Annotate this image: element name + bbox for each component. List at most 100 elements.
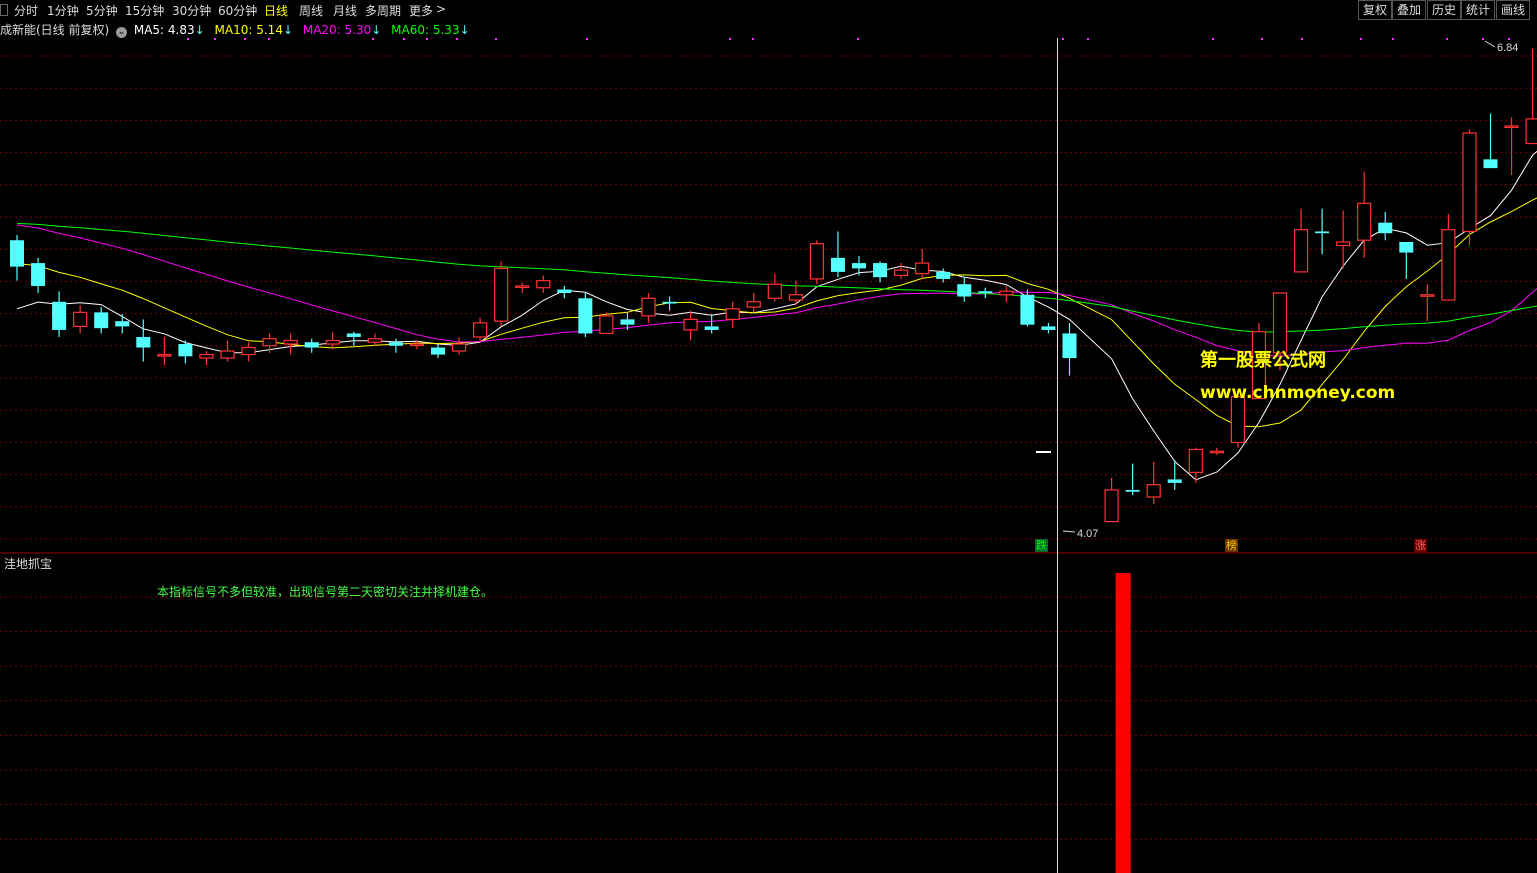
candle-body xyxy=(1125,489,1140,492)
marker-dot xyxy=(1392,38,1394,40)
low-price-label: 4.07 xyxy=(1077,528,1098,540)
candle xyxy=(1483,113,1498,169)
top-marker-dots xyxy=(187,38,1510,40)
period-multi[interactable]: 多周期 xyxy=(365,2,401,19)
marker-dot xyxy=(1212,38,1214,40)
candle-body xyxy=(515,285,530,289)
period-30min[interactable]: 30分钟 xyxy=(172,2,211,19)
candle xyxy=(1441,213,1456,301)
candle-body xyxy=(325,339,340,345)
ma10-value: 5.14 xyxy=(256,23,283,37)
candle xyxy=(1209,447,1224,455)
candle-body xyxy=(1441,229,1456,301)
candle xyxy=(957,277,972,302)
tool-statistics[interactable]: 统计 xyxy=(1461,0,1496,20)
period-5min[interactable]: 5分钟 xyxy=(86,2,118,19)
candle-body xyxy=(388,342,403,346)
candle-body xyxy=(873,263,888,278)
candle-body xyxy=(199,353,214,359)
ma60-arrow: ↓ xyxy=(459,23,470,37)
candle-body xyxy=(115,321,130,327)
period-60min[interactable]: 60分钟 xyxy=(218,2,257,19)
marker-dot xyxy=(1360,38,1362,40)
candle-body xyxy=(494,267,509,322)
candle xyxy=(1504,117,1519,176)
candle-body xyxy=(1293,229,1309,273)
candle-body xyxy=(852,263,866,269)
candle xyxy=(283,333,298,355)
candle xyxy=(1525,48,1537,145)
candle xyxy=(515,282,530,293)
ma10-label: MA10: xyxy=(214,23,253,37)
marker-dot xyxy=(268,38,270,40)
candle-body xyxy=(767,283,782,299)
tool-overlay[interactable]: 叠加 xyxy=(1392,0,1427,20)
tool-history[interactable]: 历史 xyxy=(1427,0,1462,20)
candle xyxy=(978,287,993,299)
candle xyxy=(1125,463,1140,496)
period-daily[interactable]: 日线 xyxy=(264,2,288,19)
candle xyxy=(241,342,256,362)
candle xyxy=(1293,208,1309,273)
period-1min[interactable]: 1分钟 xyxy=(47,2,79,19)
candle-body xyxy=(1336,241,1351,247)
candle-body xyxy=(1315,231,1330,234)
marker-dot xyxy=(403,38,405,40)
candle xyxy=(10,234,24,281)
watermark-url: www.chnmoney.com xyxy=(1200,383,1396,403)
candle xyxy=(557,285,572,299)
settings-circle-icon[interactable]: ⌄ xyxy=(116,27,128,38)
candle xyxy=(746,293,761,313)
candle-body xyxy=(1041,326,1056,330)
period-weekly[interactable]: 周线 xyxy=(299,2,323,19)
chevron-right-icon[interactable]: > xyxy=(436,2,446,16)
candle-body xyxy=(94,312,109,329)
candle-body xyxy=(220,350,235,359)
marker-dot xyxy=(729,38,731,40)
candle-body xyxy=(346,333,361,337)
candle-body xyxy=(1483,159,1498,169)
ma60-line xyxy=(16,222,1537,333)
candle xyxy=(683,310,698,341)
candle xyxy=(52,291,67,337)
candlesticks xyxy=(10,48,1537,523)
sub-grid xyxy=(0,596,1537,840)
period-monthly[interactable]: 月线 xyxy=(333,2,357,19)
candle-body xyxy=(157,353,172,357)
period-15min[interactable]: 15分钟 xyxy=(125,2,164,19)
ma5-label: MA5: xyxy=(133,23,165,37)
tool-rights-adjust[interactable]: 复权 xyxy=(1358,0,1393,20)
indicator-title[interactable]: 洼地抓宝 xyxy=(4,555,52,572)
marker-dot xyxy=(1482,38,1484,40)
candle xyxy=(704,314,719,334)
marker-dot xyxy=(456,38,458,40)
candle-body xyxy=(1188,448,1203,473)
candle xyxy=(725,301,740,329)
candle-body xyxy=(1230,396,1246,444)
candle xyxy=(641,293,656,323)
low-price-pointer xyxy=(1062,530,1076,533)
marker-dot xyxy=(495,38,497,40)
period-toolbar: 分时 1分钟 5分钟 15分钟 30分钟 60分钟 日线 周线 月线 多周期 更… xyxy=(0,0,1537,20)
candle-body xyxy=(1209,450,1224,454)
candle xyxy=(346,331,361,346)
window-control-icon[interactable] xyxy=(0,4,8,16)
period-fenshi[interactable]: 分时 xyxy=(14,2,38,19)
signal-bar xyxy=(1115,573,1131,873)
period-more[interactable]: 更多 xyxy=(409,2,433,19)
candle xyxy=(1357,171,1372,258)
candle-body xyxy=(283,339,298,345)
candle xyxy=(73,305,88,334)
tool-draw-line[interactable]: 画线 xyxy=(1496,0,1531,20)
candle-body xyxy=(1167,479,1182,483)
chart-canvas[interactable]: 6.84 4.07 xyxy=(0,0,1537,873)
candle-body xyxy=(683,318,698,331)
candle xyxy=(199,351,214,366)
candle xyxy=(830,231,845,278)
candle-body xyxy=(662,301,677,304)
marker-dot xyxy=(187,38,189,40)
candle xyxy=(1315,208,1330,255)
candle xyxy=(999,285,1014,302)
candle-body xyxy=(1525,118,1537,145)
candle xyxy=(1041,322,1056,334)
